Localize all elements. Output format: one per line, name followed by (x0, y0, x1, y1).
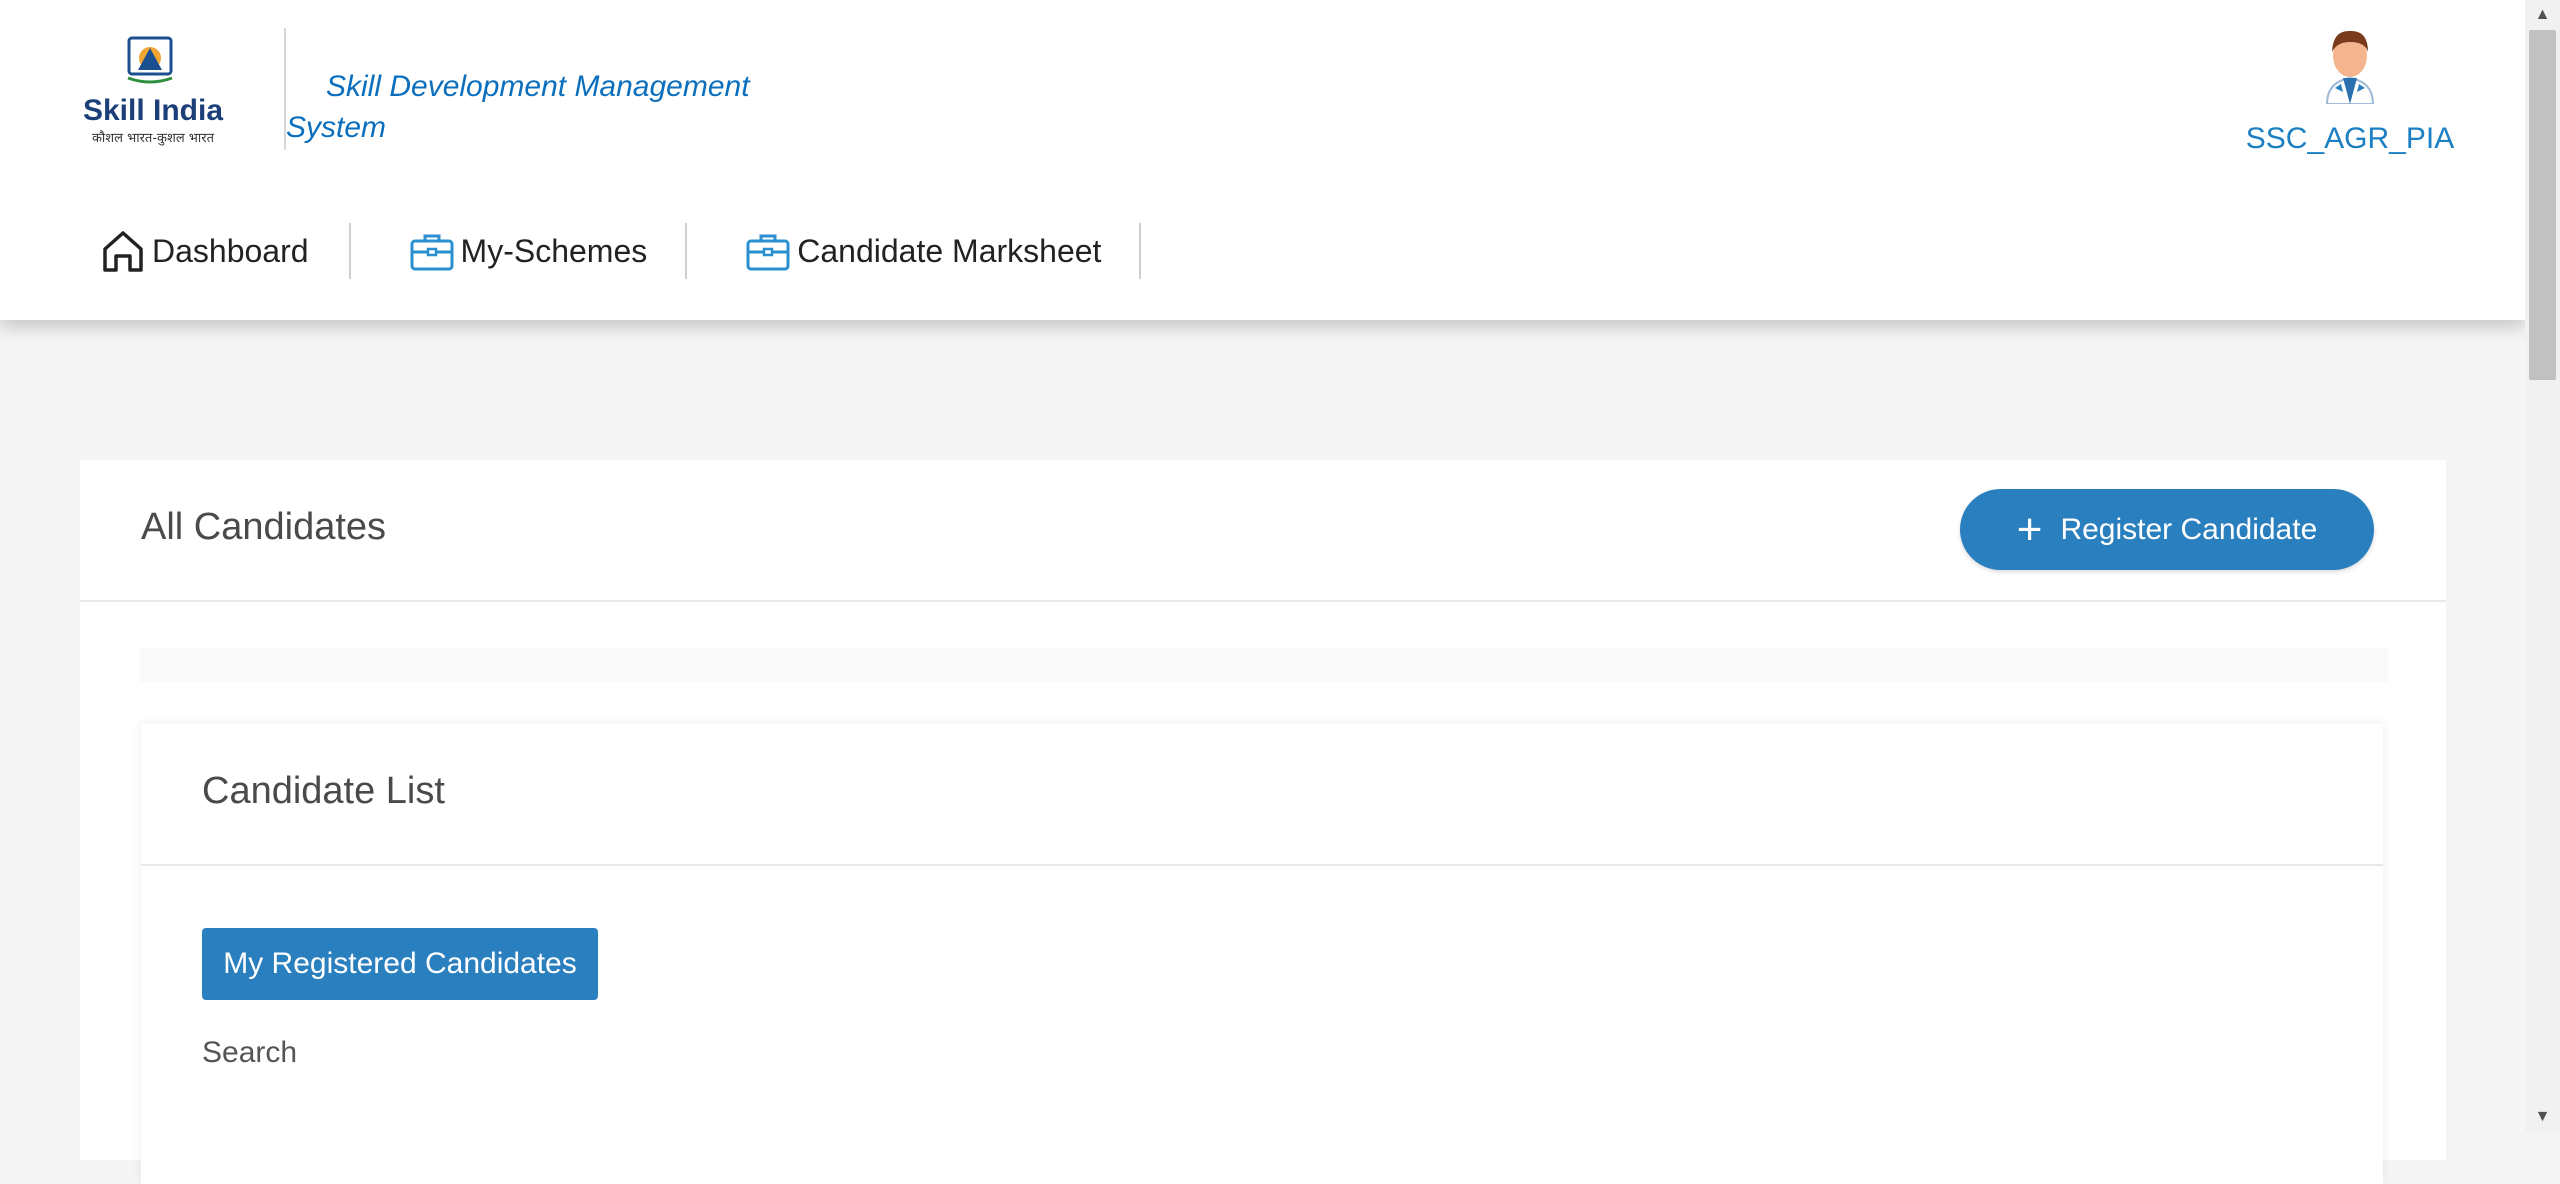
logo-tagline: कौशल भारत-कुशल भारत (92, 130, 215, 146)
main-nav: Dashboard My-Schemes Candidate Marksheet (100, 220, 1199, 282)
page-title: All Candidates (141, 506, 387, 548)
card-header: All Candidates + Register Candidate (80, 460, 2446, 602)
candidate-list-card: Candidate List My Registered Candidates … (141, 724, 2383, 1184)
vertical-scrollbar[interactable]: ▲ ▼ (2525, 0, 2560, 1132)
register-candidate-label: Register Candidate (2060, 512, 2318, 546)
plus-icon: + (2016, 504, 2043, 554)
username[interactable]: SSC_AGR_PIA (2240, 122, 2460, 156)
user-avatar-icon[interactable] (2313, 26, 2387, 104)
register-candidate-button[interactable]: + Register Candidate (1960, 489, 2374, 570)
scroll-down-arrow-icon[interactable]: ▼ (2525, 1102, 2560, 1132)
my-registered-candidates-button[interactable]: My Registered Candidates (202, 928, 598, 1000)
home-icon (103, 231, 143, 272)
search-label: Search (202, 1036, 298, 1069)
nav-candidate-marksheet-label: Candidate Marksheet (797, 232, 1102, 269)
candidate-list-header: Candidate List (141, 724, 2383, 866)
briefcase-icon (410, 234, 454, 271)
filter-strip (140, 648, 2388, 682)
candidate-list-title: Candidate List (202, 770, 445, 812)
all-candidates-card: All Candidates + Register Candidate Cand… (80, 460, 2446, 1184)
nav-separator (685, 223, 688, 279)
nav-my-schemes[interactable]: My-Schemes (409, 223, 648, 279)
nav-my-schemes-label: My-Schemes (460, 232, 648, 269)
scroll-up-arrow-icon[interactable]: ▲ (2525, 0, 2560, 30)
system-title: Skill Development Management System (286, 70, 750, 144)
nav-separator (1139, 223, 1142, 279)
nav-dashboard[interactable]: Dashboard (100, 223, 309, 279)
scrollbar-thumb[interactable] (2529, 30, 2556, 380)
nav-candidate-marksheet[interactable]: Candidate Marksheet (745, 223, 1101, 279)
skill-india-logo[interactable]: Skill India कौशल भारत-कुशल भारत (80, 34, 226, 150)
logo-wordmark: Skill India (83, 94, 223, 127)
briefcase-icon (746, 234, 790, 271)
top-header: Skill India कौशल भारत-कुशल भारत Skill De… (0, 0, 2525, 320)
nav-dashboard-label: Dashboard (152, 232, 309, 269)
user-profile[interactable]: SSC_AGR_PIA (2240, 26, 2460, 156)
nav-separator (348, 223, 351, 279)
